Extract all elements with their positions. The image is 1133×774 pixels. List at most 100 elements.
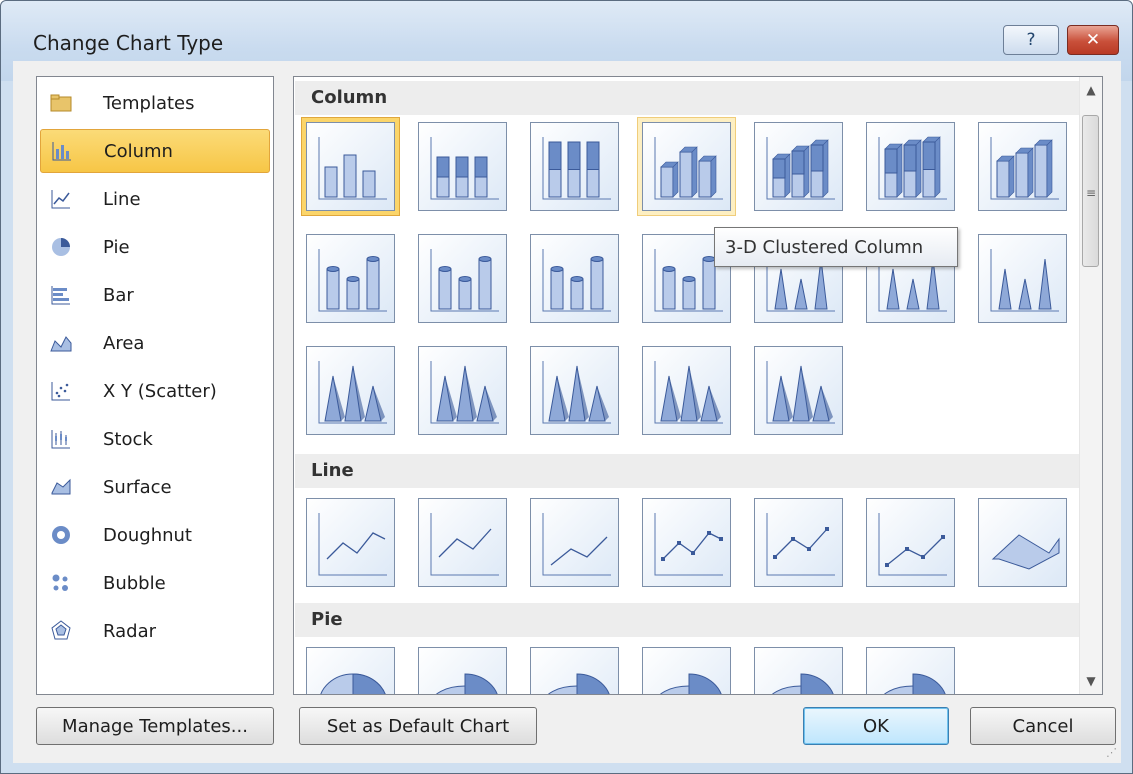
bubble-chart-icon — [49, 571, 73, 595]
chart-subtype-column-17[interactable] — [530, 346, 619, 435]
manage-templates-button[interactable]: Manage Templates... — [36, 707, 274, 745]
pie-thumbnail-icon — [659, 673, 722, 694]
column-chart-icon — [50, 139, 74, 163]
chart-subtype-column-4[interactable] — [642, 122, 731, 211]
chart-subtype-line-4[interactable] — [642, 498, 731, 587]
chart-subtype-column-19[interactable] — [754, 346, 843, 435]
section-header-column: Column — [295, 81, 1079, 115]
category-item-line[interactable]: Line — [40, 177, 270, 221]
category-item-bubble[interactable]: Bubble — [40, 561, 270, 605]
category-label: Pie — [103, 236, 130, 258]
gallery-scrollbar[interactable]: ▲ ≡ ▼ — [1079, 77, 1102, 694]
pie-thumbnail-icon — [547, 673, 610, 694]
section-header-pie: Pie — [295, 603, 1079, 637]
category-label: Surface — [103, 476, 172, 498]
ok-button[interactable]: OK — [803, 707, 949, 745]
chart-subtype-column-9[interactable] — [418, 234, 507, 323]
chart-subtype-column-14[interactable] — [978, 234, 1067, 323]
line-thumbnail-icon — [991, 534, 1060, 570]
line-thumbnail-icon — [318, 513, 387, 576]
column-thumbnail-icon — [430, 249, 499, 312]
category-item-surface[interactable]: Surface — [40, 465, 270, 509]
chart-subtype-column-3[interactable] — [530, 122, 619, 211]
chart-subtype-column-16[interactable] — [418, 346, 507, 435]
tooltip: 3-D Clustered Column — [714, 227, 958, 267]
category-item-radar[interactable]: Radar — [40, 609, 270, 653]
chart-subtype-line-7[interactable] — [978, 498, 1067, 587]
chart-subtype-pie-6[interactable] — [866, 647, 955, 694]
category-item-x-y-scatter[interactable]: X Y (Scatter) — [40, 369, 270, 413]
chart-subtype-pie-1[interactable] — [306, 647, 395, 694]
chart-subtype-column-7[interactable] — [978, 122, 1067, 211]
chart-subtype-line-5[interactable] — [754, 498, 843, 587]
column-thumbnail-icon — [766, 137, 835, 200]
category-item-column[interactable]: Column — [40, 129, 270, 173]
category-label: Column — [104, 140, 173, 162]
column-thumbnail-icon — [542, 361, 611, 424]
close-button[interactable]: ✕ — [1067, 25, 1119, 55]
chart-subtype-column-2[interactable] — [418, 122, 507, 211]
column-thumbnail-icon — [878, 136, 947, 200]
chart-category-list: Templates Column Line Pie Bar Area X Y (Scatte… — [36, 76, 274, 695]
line-thumbnail-icon — [766, 513, 835, 576]
scatter-chart-icon — [49, 379, 73, 403]
chart-subtype-line-1[interactable] — [306, 498, 395, 587]
category-label: Doughnut — [103, 524, 192, 546]
chart-subtype-column-5[interactable] — [754, 122, 843, 211]
stock-chart-icon — [49, 427, 73, 451]
line-chart-icon — [49, 187, 73, 211]
chart-subtype-line-3[interactable] — [530, 498, 619, 587]
chart-subtype-pie-4[interactable] — [642, 647, 731, 694]
category-label: Radar — [103, 620, 156, 642]
scroll-down-icon[interactable]: ▼ — [1084, 674, 1098, 688]
column-thumbnail-icon — [318, 361, 387, 424]
resize-grip-icon[interactable]: ⋰ — [1106, 746, 1117, 759]
chart-subtype-pie-5[interactable] — [754, 647, 843, 694]
column-thumbnail-icon — [318, 249, 387, 312]
dialog-body: Templates Column Line Pie Bar Area X Y (Scatte… — [13, 61, 1121, 763]
pie-chart-icon — [49, 235, 73, 259]
category-label: X Y (Scatter) — [103, 380, 217, 402]
chart-subtype-pie-2[interactable] — [418, 647, 507, 694]
category-item-doughnut[interactable]: Doughnut — [40, 513, 270, 557]
scroll-up-icon[interactable]: ▲ — [1084, 83, 1098, 97]
close-icon: ✕ — [1085, 30, 1101, 50]
category-item-stock[interactable]: Stock — [40, 417, 270, 461]
column-thumbnail-icon — [766, 361, 835, 424]
grip-icon: ≡ — [1086, 186, 1097, 200]
chart-subtype-column-15[interactable] — [306, 346, 395, 435]
chart-subtype-column-1[interactable] — [306, 122, 395, 211]
line-thumbnail-icon — [654, 513, 723, 576]
scrollbar-thumb[interactable]: ≡ — [1082, 115, 1099, 267]
cancel-button[interactable]: Cancel — [970, 707, 1116, 745]
chart-subtype-gallery: Column Line Pie ▲ ≡ ▼ — [293, 76, 1103, 695]
column-thumbnail-icon — [430, 361, 499, 424]
help-button[interactable]: ? — [1003, 25, 1059, 55]
set-default-chart-button[interactable]: Set as Default Chart — [299, 707, 537, 745]
category-item-templates[interactable]: Templates — [40, 81, 270, 125]
line-thumbnail-icon — [430, 513, 499, 576]
chart-subtype-line-6[interactable] — [866, 498, 955, 587]
category-item-bar[interactable]: Bar — [40, 273, 270, 317]
dialog-title: Change Chart Type — [33, 31, 224, 55]
chart-subtype-column-18[interactable] — [642, 346, 731, 435]
column-thumbnail-icon — [318, 137, 387, 200]
category-label: Bar — [103, 284, 134, 306]
line-thumbnail-icon — [542, 513, 611, 576]
chart-subtype-column-10[interactable] — [530, 234, 619, 323]
chart-subtype-line-2[interactable] — [418, 498, 507, 587]
pie-thumbnail-icon — [320, 673, 386, 694]
change-chart-type-dialog: Change Chart Type ? ✕ Templates Column Lin… — [0, 0, 1133, 774]
category-label: Templates — [103, 92, 195, 114]
category-item-area[interactable]: Area — [40, 321, 270, 365]
chart-subtype-column-8[interactable] — [306, 234, 395, 323]
column-thumbnail-icon — [990, 137, 1059, 200]
pie-thumbnail-icon — [771, 673, 834, 694]
column-thumbnail-icon — [542, 137, 611, 200]
category-item-pie[interactable]: Pie — [40, 225, 270, 269]
chart-subtype-column-6[interactable] — [866, 122, 955, 211]
help-icon: ? — [1026, 30, 1036, 50]
doughnut-chart-icon — [49, 523, 73, 547]
chart-subtype-pie-3[interactable] — [530, 647, 619, 694]
column-thumbnail-icon — [430, 137, 499, 200]
